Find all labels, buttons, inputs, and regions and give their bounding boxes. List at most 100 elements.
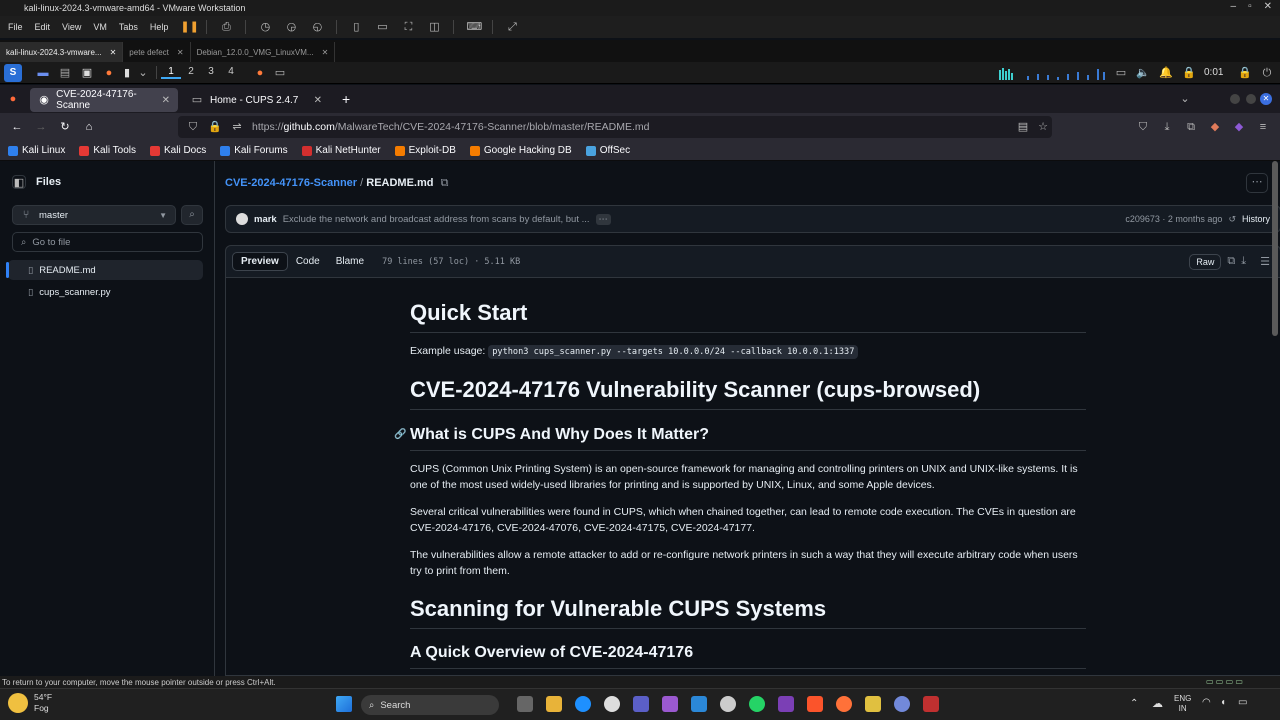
collapse-sidebar-icon[interactable]: ◧ bbox=[12, 175, 26, 189]
terminal-window-icon[interactable]: ▭ bbox=[273, 66, 287, 80]
menu-edit[interactable]: Edit bbox=[35, 22, 51, 32]
downloads-icon[interactable]: ⤓ bbox=[1160, 120, 1174, 134]
whatsapp-icon[interactable] bbox=[749, 696, 765, 712]
workspace-1[interactable]: 1 bbox=[161, 66, 181, 79]
bookmark-exploit-db[interactable]: Exploit-DB bbox=[394, 145, 456, 156]
repo-link[interactable]: CVE-2024-47176-Scanner bbox=[225, 177, 357, 189]
reload-icon[interactable]: ↻ bbox=[58, 120, 72, 134]
menu-help[interactable]: Help bbox=[150, 22, 169, 32]
workspace-3[interactable]: 3 bbox=[201, 66, 221, 79]
download-icon[interactable]: ⤓ bbox=[1241, 255, 1246, 268]
extensions-icon[interactable]: ⧉ bbox=[1184, 120, 1198, 134]
file-cups-scanner[interactable]: ▯ cups_scanner.py bbox=[8, 282, 203, 302]
obs-icon[interactable] bbox=[923, 696, 939, 712]
battery-icon[interactable]: ▭ bbox=[1238, 697, 1247, 708]
windows-start-icon[interactable] bbox=[336, 696, 352, 712]
menu-vm[interactable]: VM bbox=[93, 22, 107, 32]
chevron-down-icon[interactable]: ⌄ bbox=[136, 66, 150, 80]
maximize-icon[interactable]: ▫ bbox=[1248, 1, 1252, 12]
send-ctrl-alt-del-icon[interactable]: ⎙ bbox=[219, 20, 233, 34]
brave-icon[interactable] bbox=[807, 696, 823, 712]
revert-snapshot-icon[interactable]: ◶ bbox=[284, 20, 298, 34]
copy-raw-icon[interactable]: ⧉ bbox=[1227, 255, 1235, 268]
vm-tab-pete[interactable]: pete defect ✕ bbox=[123, 42, 191, 62]
vmware-icon[interactable] bbox=[865, 696, 881, 712]
hamburger-menu-icon[interactable]: ≡ bbox=[1256, 120, 1270, 134]
url-bar[interactable]: ⛉ 🔒 ⇌ https://github.com/MalwareTech/CVE… bbox=[178, 116, 1052, 138]
bookmark-kali-linux[interactable]: Kali Linux bbox=[8, 145, 65, 156]
onenote-icon[interactable] bbox=[778, 696, 794, 712]
notification-bell-icon[interactable]: 🔔 bbox=[1159, 66, 1173, 80]
close-icon[interactable]: ✕ bbox=[110, 48, 117, 57]
search-button[interactable]: ⌕ bbox=[181, 205, 203, 225]
avatar[interactable] bbox=[236, 213, 248, 225]
volume-icon[interactable]: 🔈 bbox=[1136, 66, 1150, 80]
tab-preview[interactable]: Preview bbox=[232, 252, 288, 271]
close-icon[interactable]: ✕ bbox=[162, 95, 170, 106]
show-desktop-icon[interactable]: ▬ bbox=[36, 66, 50, 80]
page-scrollbar[interactable] bbox=[1272, 161, 1278, 336]
raw-button[interactable]: Raw bbox=[1189, 253, 1222, 270]
snapshot-manager-icon[interactable]: ◵ bbox=[310, 20, 324, 34]
minimize-icon[interactable] bbox=[1230, 94, 1240, 104]
firefox-window-icon[interactable]: ● bbox=[253, 66, 267, 80]
pause-icon[interactable]: ❚❚ bbox=[180, 20, 198, 34]
expand-message-icon[interactable]: ⋯ bbox=[595, 213, 612, 225]
file-manager-icon[interactable]: ▤ bbox=[58, 66, 72, 80]
device-icons[interactable]: ▭ ▭ ▭ ▭ bbox=[1206, 677, 1243, 686]
lock-icon[interactable]: 🔒 bbox=[208, 120, 222, 134]
bookmark-offsec[interactable]: OffSec bbox=[585, 145, 630, 156]
bookmark-google-hacking-db[interactable]: Google Hacking DB bbox=[469, 145, 572, 156]
close-icon[interactable]: ✕ bbox=[1264, 1, 1272, 12]
file-readme[interactable]: ▯ README.md bbox=[6, 260, 203, 280]
single-window-icon[interactable]: ▭ bbox=[375, 20, 389, 34]
library-icon[interactable]: ▯ bbox=[349, 20, 363, 34]
taskbar-search[interactable]: ⌕ Search bbox=[361, 695, 499, 715]
maximize-icon[interactable] bbox=[1246, 94, 1256, 104]
firefox-view-icon[interactable]: ● bbox=[6, 92, 20, 106]
lock-screen-icon[interactable]: 🔒 bbox=[1182, 66, 1196, 80]
weather-widget[interactable]: 54°F Fog bbox=[8, 692, 52, 714]
unity-icon[interactable]: ◫ bbox=[427, 20, 441, 34]
outline-icon[interactable]: ☰ bbox=[1260, 255, 1270, 268]
bookmark-kali-tools[interactable]: Kali Tools bbox=[79, 145, 136, 156]
snapshot-icon[interactable]: ◷ bbox=[258, 20, 272, 34]
task-view-icon[interactable] bbox=[517, 696, 533, 712]
history-link[interactable]: History bbox=[1242, 214, 1270, 224]
commit-message[interactable]: Exclude the network and broadcast addres… bbox=[283, 214, 590, 225]
discord-icon[interactable] bbox=[894, 696, 910, 712]
menu-file[interactable]: File bbox=[8, 22, 23, 32]
close-icon[interactable]: ✕ bbox=[1260, 93, 1272, 105]
language-indicator[interactable]: ENG IN bbox=[1174, 694, 1191, 714]
notepad-icon[interactable] bbox=[691, 696, 707, 712]
volume-icon[interactable]: ◖ bbox=[1220, 697, 1226, 708]
kali-menu-icon[interactable]: S bbox=[4, 63, 22, 82]
app-icon[interactable] bbox=[662, 696, 678, 712]
commit-author[interactable]: mark bbox=[254, 214, 277, 225]
lock-icon[interactable]: 🔒 bbox=[1238, 66, 1252, 80]
workspace-2[interactable]: 2 bbox=[181, 66, 201, 79]
stretch-icon[interactable]: ⤢ bbox=[505, 20, 519, 34]
console-icon[interactable]: ⌨ bbox=[466, 20, 482, 34]
tab-code[interactable]: Code bbox=[288, 253, 328, 270]
bookmark-star-icon[interactable]: ☆ bbox=[1036, 120, 1050, 134]
list-all-tabs-icon[interactable]: ⌄ bbox=[1178, 92, 1192, 106]
new-tab-button[interactable]: + bbox=[342, 91, 350, 107]
fullscreen-icon[interactable]: ⛶ bbox=[401, 20, 415, 34]
close-icon[interactable]: ✕ bbox=[314, 95, 322, 106]
terminal-icon[interactable]: ▮ bbox=[120, 66, 134, 80]
close-icon[interactable]: ✕ bbox=[177, 48, 184, 57]
vm-tab-debian[interactable]: Debian_12.0.0_VMG_LinuxVM... ✕ bbox=[191, 42, 336, 62]
minimize-icon[interactable]: – bbox=[1231, 1, 1237, 12]
screen-icon[interactable]: ▭ bbox=[1114, 66, 1128, 80]
forward-icon[interactable]: → bbox=[34, 120, 48, 134]
home-icon[interactable]: ⌂ bbox=[82, 120, 96, 134]
onedrive-icon[interactable]: ☁ bbox=[1152, 697, 1163, 710]
text-editor-icon[interactable]: ▣ bbox=[80, 66, 94, 80]
permissions-icon[interactable]: ⇌ bbox=[230, 120, 244, 134]
close-icon[interactable]: ✕ bbox=[322, 48, 329, 57]
teams-icon[interactable] bbox=[633, 696, 649, 712]
copy-path-icon[interactable]: ⧉ bbox=[441, 177, 449, 189]
xbox-icon[interactable] bbox=[604, 696, 620, 712]
commit-meta[interactable]: c209673 · 2 months ago bbox=[1125, 214, 1222, 224]
